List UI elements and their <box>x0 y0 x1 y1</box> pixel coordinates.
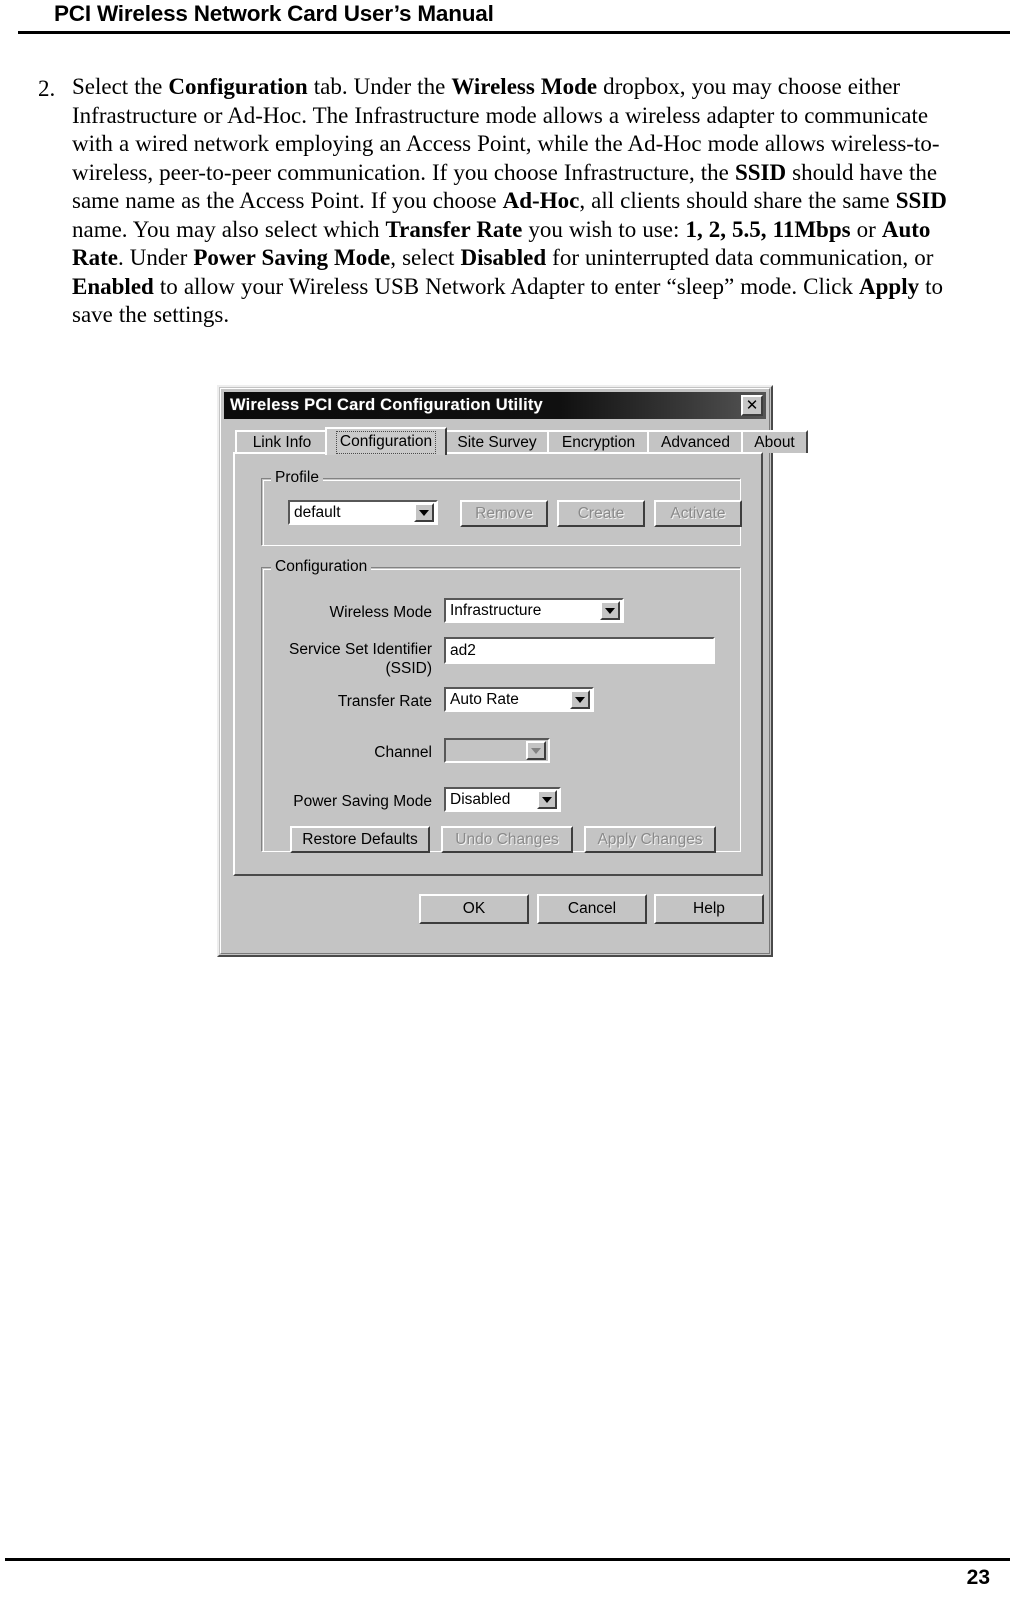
tab-advanced[interactable]: Advanced <box>647 430 744 453</box>
undo-changes-button[interactable]: Undo Changes <box>441 826 573 853</box>
power-saving-mode-combo[interactable]: Disabled <box>444 787 561 812</box>
tabstrip: Link Info Configuration Site Survey Encr… <box>235 427 808 455</box>
button-label: OK <box>462 900 486 917</box>
wireless-mode-combo[interactable]: Infrastructure <box>444 598 624 623</box>
button-label: Apply Changes <box>597 830 703 848</box>
transfer-rate-value: Auto Rate <box>450 690 519 708</box>
instruction-step: 2. Select the Configuration tab. Under t… <box>38 73 973 330</box>
help-button[interactable]: Help <box>654 894 764 924</box>
remove-profile-button[interactable]: Remove <box>460 500 548 527</box>
emphasis-text: Configuration <box>168 74 308 99</box>
emphasis-text: Enabled <box>72 273 154 299</box>
step-paragraph: Select the Configuration tab. Under the … <box>72 73 973 330</box>
chevron-down-icon <box>600 601 620 620</box>
tab-link-info[interactable]: Link Info <box>235 430 329 453</box>
emphasis-text: 1, 2, 5.5, 11Mbps <box>685 216 851 242</box>
button-label: Undo Changes <box>455 830 559 848</box>
tab-encryption[interactable]: Encryption <box>547 430 650 453</box>
transfer-rate-combo[interactable]: Auto Rate <box>444 687 594 712</box>
emphasis-text: Power Saving Mode <box>193 245 391 270</box>
chevron-down-icon <box>570 690 590 709</box>
chevron-down-icon <box>414 503 434 522</box>
body-text: to allow your Wireless USB Network Adapt… <box>153 273 859 299</box>
tab-panel-configuration: Profile default Remove Create Activate C… <box>233 452 763 876</box>
emphasis-text: Ad-Hoc <box>502 188 580 213</box>
button-label: Remove <box>475 504 533 522</box>
channel-combo[interactable] <box>444 738 550 763</box>
ok-button[interactable]: OK <box>419 894 529 924</box>
ssid-value: ad2 <box>450 641 476 659</box>
emphasis-text: SSID <box>895 188 947 213</box>
header-divider <box>18 31 1010 34</box>
emphasis-text: Apply <box>859 273 920 299</box>
configuration-group-title: Configuration <box>271 558 372 576</box>
ssid-input[interactable]: ad2 <box>444 637 715 664</box>
channel-label: Channel <box>374 744 432 761</box>
tab-about[interactable]: About <box>741 430 808 453</box>
button-label: Help <box>693 900 725 917</box>
dialog-inner-frame: Wireless PCI Card Configuration Utility … <box>220 388 808 954</box>
tab-configuration[interactable]: Configuration <box>325 427 447 455</box>
body-text: , all clients should share the same <box>579 188 896 213</box>
body-text: or <box>850 216 882 242</box>
dialog-titlebar: Wireless PCI Card Configuration Utility … <box>224 392 766 419</box>
body-text: . Under <box>117 245 194 270</box>
body-text: for uninterrupted data communication, or <box>546 245 934 270</box>
body-text: tab. Under the <box>307 74 452 99</box>
button-label: Cancel <box>567 900 617 917</box>
page-number: 23 <box>966 1566 990 1589</box>
chevron-down-icon <box>526 741 546 760</box>
apply-changes-button[interactable]: Apply Changes <box>584 826 716 853</box>
wireless-mode-label: Wireless Mode <box>329 604 433 621</box>
cancel-button[interactable]: Cancel <box>537 894 647 924</box>
emphasis-text: SSID <box>734 159 787 185</box>
body-text: , select <box>390 245 461 270</box>
ssid-label: Service Set Identifier (SSID) <box>268 640 432 678</box>
emphasis-text: Disabled <box>460 245 547 270</box>
tab-label: Site Survey <box>457 433 537 451</box>
power-saving-mode-value: Disabled <box>450 790 511 808</box>
body-text: name. You may also select which <box>72 216 386 242</box>
activate-profile-button[interactable]: Activate <box>654 500 742 527</box>
profile-group: Profile default Remove Create Activate <box>261 469 742 546</box>
create-profile-button[interactable]: Create <box>557 500 645 527</box>
close-icon[interactable]: ✕ <box>741 395 763 416</box>
body-text: you wish to use: <box>522 216 686 242</box>
profile-combo-value: default <box>294 503 341 521</box>
button-label: Activate <box>670 504 726 522</box>
emphasis-text: Wireless Mode <box>451 74 598 99</box>
tab-label: Configuration <box>335 430 437 454</box>
wireless-mode-value: Infrastructure <box>450 601 542 619</box>
configuration-group: Configuration Wireless Mode Infrastructu… <box>261 558 741 853</box>
power-saving-mode-label: Power Saving Mode <box>293 793 432 810</box>
tab-site-survey[interactable]: Site Survey <box>444 430 550 453</box>
config-utility-dialog: Wireless PCI Card Configuration Utility … <box>217 385 808 957</box>
tab-label: About <box>754 433 795 451</box>
chevron-down-icon <box>537 790 557 809</box>
dialog-title: Wireless PCI Card Configuration Utility <box>230 396 543 414</box>
footer-divider <box>5 1558 1010 1561</box>
emphasis-text: Transfer Rate <box>385 216 523 242</box>
page-header: PCI Wireless Network Card User’s Manual <box>18 0 1010 36</box>
ssid-label-line2: (SSID) <box>385 660 433 677</box>
profile-group-title: Profile <box>271 469 323 487</box>
page-title: PCI Wireless Network Card User’s Manual <box>54 1 494 26</box>
button-label: Create <box>577 504 625 522</box>
button-label: Restore Defaults <box>302 830 418 848</box>
ssid-label-line1: Service Set Identifier <box>288 641 432 658</box>
transfer-rate-label: Transfer Rate <box>337 693 432 710</box>
restore-defaults-button[interactable]: Restore Defaults <box>290 826 430 853</box>
tab-label: Encryption <box>561 433 636 451</box>
tab-label: Link Info <box>252 433 312 451</box>
step-number: 2. <box>38 76 56 101</box>
profile-combo[interactable]: default <box>288 500 438 525</box>
body-text: Select the <box>72 74 169 99</box>
tab-label: Advanced <box>661 433 730 451</box>
